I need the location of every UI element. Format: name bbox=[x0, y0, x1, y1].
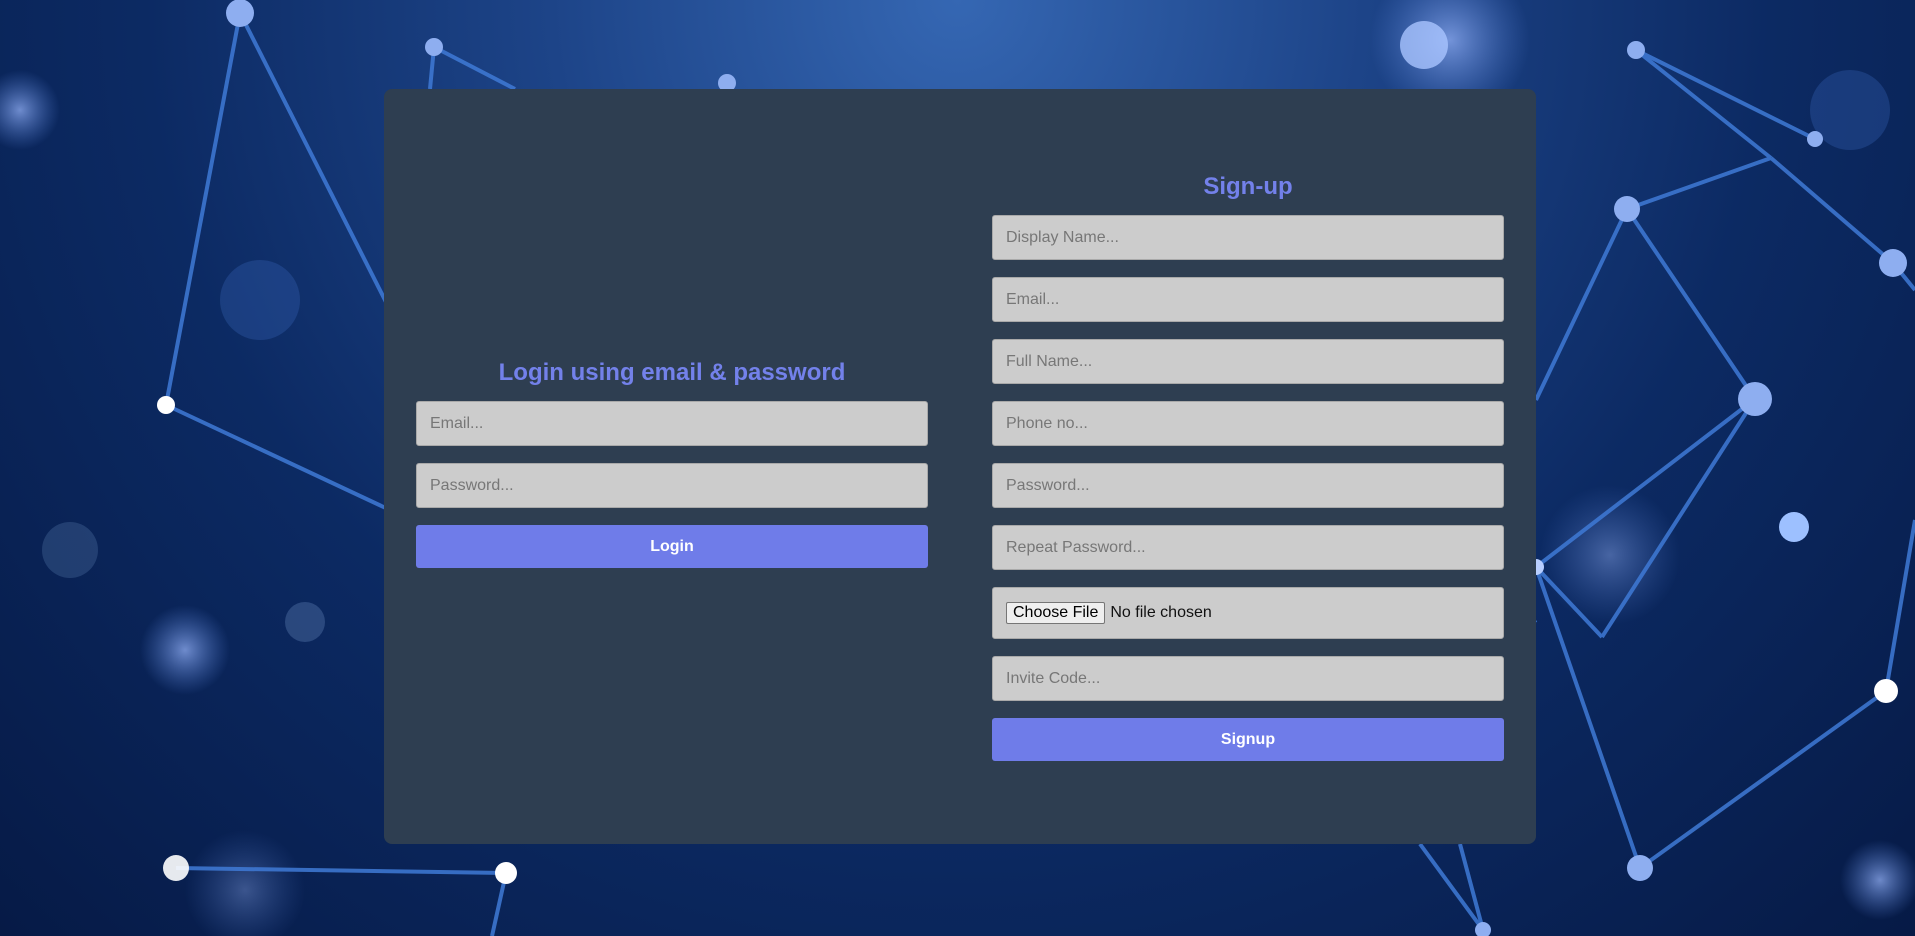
signup-email-input[interactable] bbox=[992, 277, 1504, 322]
login-password-input[interactable] bbox=[416, 463, 928, 508]
repeat-password-input[interactable] bbox=[992, 525, 1504, 570]
choose-file-button[interactable]: Choose File bbox=[1006, 602, 1106, 624]
phone-input[interactable] bbox=[992, 401, 1504, 446]
login-button[interactable]: Login bbox=[416, 525, 928, 568]
avatar-file-input: Choose File No file chosen bbox=[992, 587, 1504, 639]
signup-password-input[interactable] bbox=[992, 463, 1504, 508]
login-email-input[interactable] bbox=[416, 401, 928, 446]
full-name-input[interactable] bbox=[992, 339, 1504, 384]
invite-code-input[interactable] bbox=[992, 656, 1504, 701]
signup-button[interactable]: Signup bbox=[992, 718, 1504, 761]
signup-form: Sign-up Choose File No file chosen Signu… bbox=[992, 173, 1504, 761]
signup-heading: Sign-up bbox=[1203, 173, 1293, 200]
auth-panel: Login using email & password Login Sign-… bbox=[384, 89, 1536, 844]
login-heading: Login using email & password bbox=[498, 359, 846, 386]
file-status-text: No file chosen bbox=[1110, 604, 1212, 621]
display-name-input[interactable] bbox=[992, 215, 1504, 260]
login-form: Login using email & password Login bbox=[416, 359, 928, 568]
